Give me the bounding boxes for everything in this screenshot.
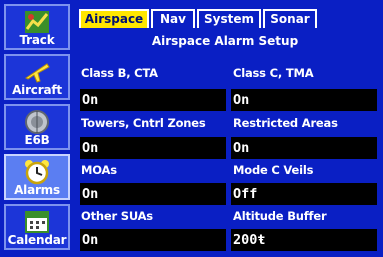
sidebar-item-label: Aircraft [12,83,62,97]
panel-title: Airspace Alarm Setup [151,34,299,48]
mode-c-veils-field[interactable]: Off [231,183,377,205]
sidebar-item-track[interactable]: Track [4,4,70,50]
airspace-alarm-panel: Airspace Alarm Setup Class B, CTA On Cla… [75,28,383,257]
mode-c-veils-label: Mode C Veils [233,163,314,177]
sidebar-item-label: Track [19,33,55,47]
towers-cntrl-zones-field[interactable]: On [80,137,226,159]
sidebar-item-label: Alarms [14,183,60,197]
track-icon [25,11,49,33]
sidebar-item-e6b[interactable]: E6B [4,104,70,150]
towers-cntrl-zones-label: Towers, Cntrl Zones [81,116,206,130]
class-c-tma-label: Class C, TMA [233,66,314,80]
class-b-cta-label: Class B, CTA [81,66,158,80]
restricted-areas-field[interactable]: On [231,137,377,159]
altitude-buffer-field[interactable]: 200ŧ [231,229,377,251]
altitude-buffer-label: Altitude Buffer [233,209,327,223]
sidebar-item-label: Calendar [7,233,67,247]
calendar-icon [25,211,49,233]
restricted-areas-label: Restricted Areas [233,116,338,130]
sidebar-item-aircraft[interactable]: Aircraft [4,54,70,100]
sidebar-item-calendar[interactable]: Calendar [4,204,70,250]
tab-system[interactable]: System [197,9,261,28]
other-suas-field[interactable]: On [80,229,226,251]
tab-sonar[interactable]: Sonar [263,9,317,28]
sidebar-item-label: E6B [24,133,50,147]
alarm-clock-icon [25,160,49,185]
sidebar-item-alarms[interactable]: Alarms [4,154,70,200]
tab-nav[interactable]: Nav [151,9,195,28]
class-b-cta-field[interactable]: On [80,89,226,111]
moas-field[interactable]: On [80,183,226,205]
other-suas-label: Other SUAs [81,209,153,223]
moas-label: MOAs [81,163,117,177]
class-c-tma-field[interactable]: On [231,89,377,111]
tab-airspace[interactable]: Airspace [79,9,149,28]
e6b-icon [25,110,49,134]
airspace-alarm-screen: Track Aircraft E6B Alarms Calendar Airsp… [0,0,383,257]
aircraft-icon [25,63,50,83]
